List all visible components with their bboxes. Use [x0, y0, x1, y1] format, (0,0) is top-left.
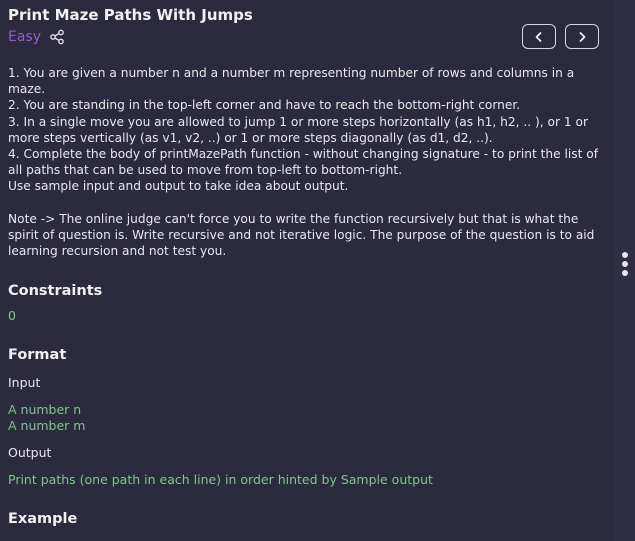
constraints-heading: Constraints: [8, 283, 103, 299]
chevron-right-icon: [579, 31, 586, 42]
statement-note: Note -> The online judge can't force you…: [8, 211, 595, 259]
previous-problem-button[interactable]: [522, 24, 556, 49]
input-line: A number n: [8, 402, 82, 417]
problem-title: Print Maze Paths With Jumps: [8, 6, 253, 24]
example-heading: Example: [8, 511, 78, 527]
output-text: Print paths (one path in each line) in o…: [8, 472, 433, 487]
more-vertical-icon[interactable]: [622, 252, 630, 276]
problem-statement: 1. You are given a number n and a number…: [8, 65, 606, 259]
input-line: A number m: [8, 418, 86, 433]
problem-page: Print Maze Paths With Jumps Easy 1. You …: [0, 0, 635, 541]
format-heading: Format: [8, 347, 67, 363]
input-label: Input: [8, 375, 41, 390]
output-label: Output: [8, 445, 52, 460]
statement-line: Use sample input and output to take idea…: [8, 179, 349, 194]
difficulty-row: Easy: [8, 29, 65, 45]
constraints-value: 0: [8, 308, 16, 323]
statement-line: 2. You are standing in the top-left corn…: [8, 98, 521, 113]
difficulty-badge: Easy: [8, 29, 42, 45]
share-icon[interactable]: [49, 29, 65, 45]
statement-line: 1. You are given a number n and a number…: [8, 66, 575, 97]
chevron-left-icon: [535, 31, 542, 42]
statement-line: 3. In a single move you are allowed to j…: [8, 114, 588, 145]
next-problem-button[interactable]: [565, 24, 599, 49]
statement-line: 4. Complete the body of printMazePath fu…: [8, 147, 599, 178]
